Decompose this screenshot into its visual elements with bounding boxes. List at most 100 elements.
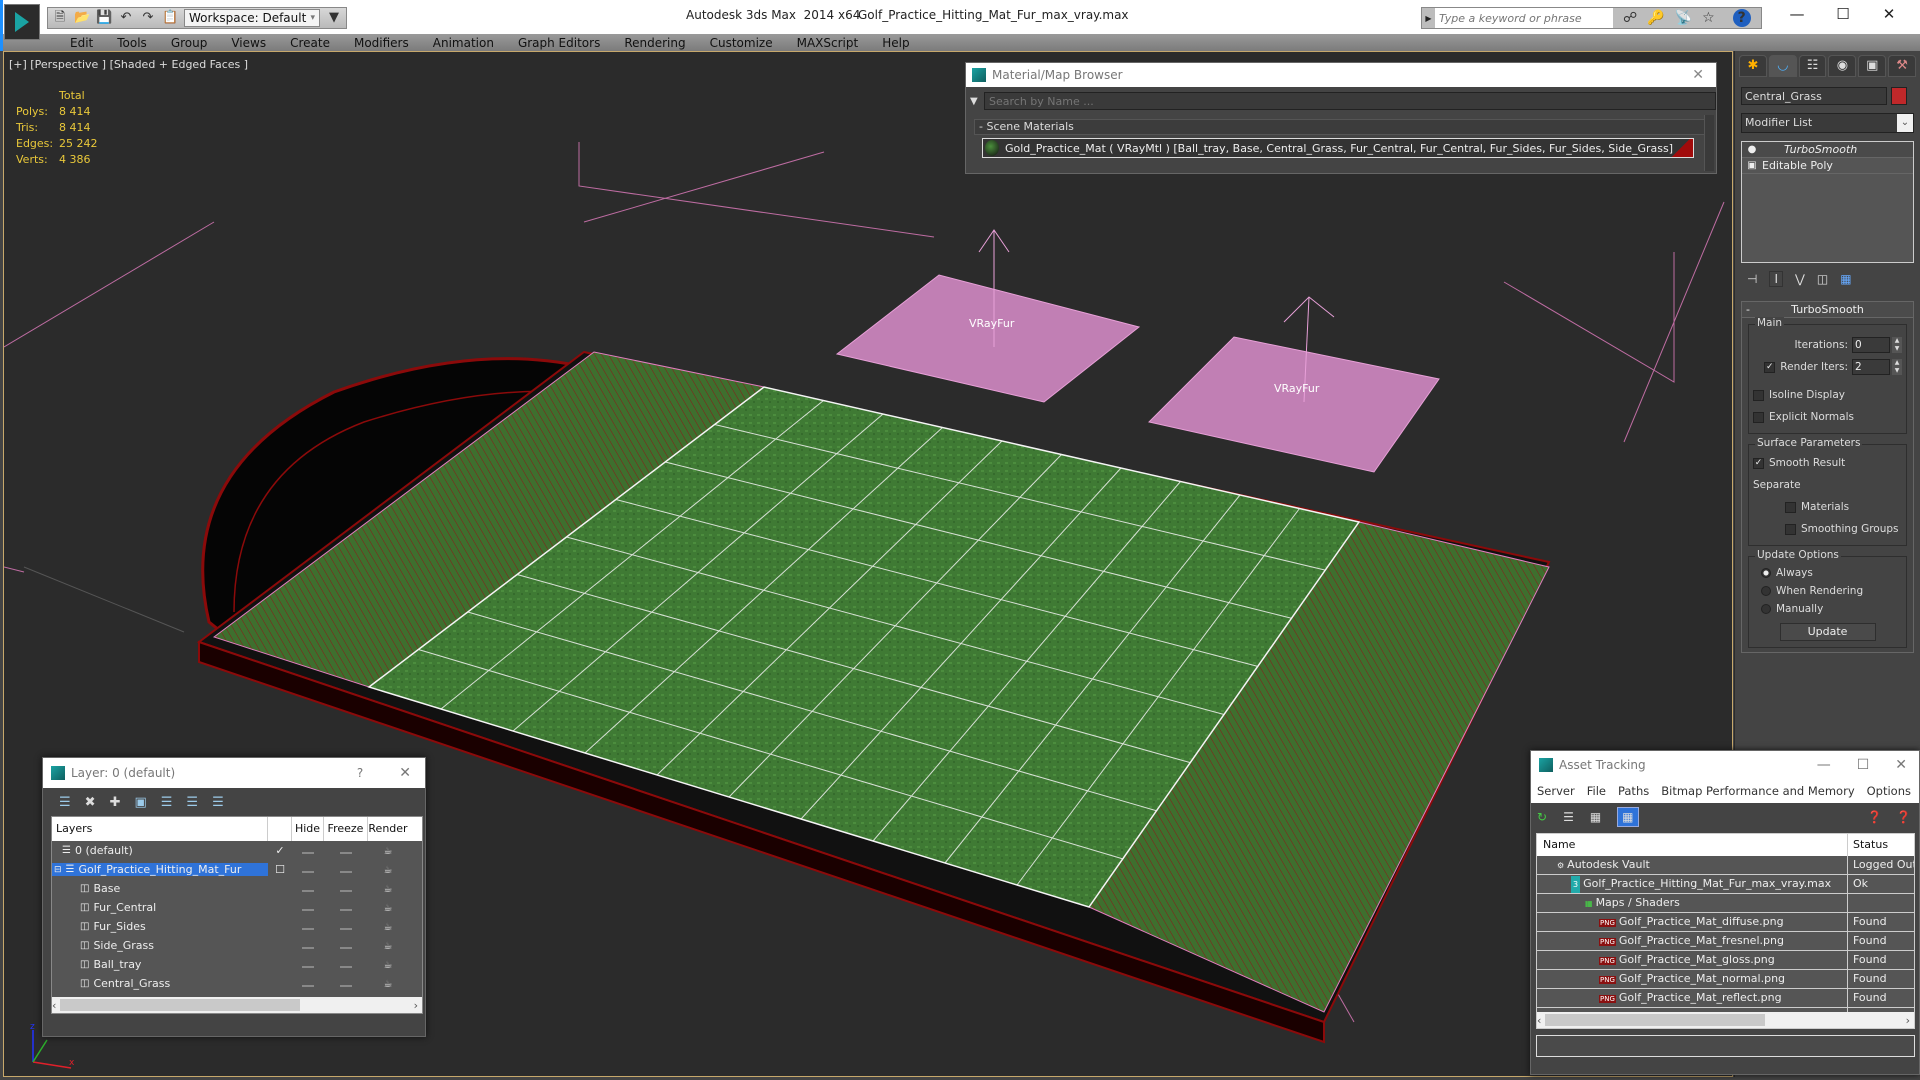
save-icon[interactable]: 💾 — [96, 10, 112, 26]
filter-options-icon[interactable]: ▼ — [970, 96, 984, 107]
always-radio[interactable] — [1761, 568, 1771, 578]
app-menu-button[interactable] — [4, 4, 40, 40]
scroll-thumb[interactable] — [60, 999, 301, 1011]
menu-edit[interactable]: Edit — [58, 34, 105, 51]
select-objects-icon[interactable]: ▣ — [134, 795, 146, 810]
spinner-arrows-icon[interactable]: ▲ ▼ — [1892, 359, 1902, 375]
hide-toggle[interactable] — [292, 863, 324, 876]
add-to-layer-icon[interactable]: ✚ — [110, 795, 121, 810]
close-icon[interactable]: ✕ — [1692, 67, 1704, 83]
new-file-icon[interactable]: 🗎 — [52, 10, 68, 26]
maximize-icon[interactable]: ☐ — [1820, 0, 1866, 30]
when-rendering-radio[interactable] — [1761, 586, 1771, 596]
render-teapot-icon[interactable]: ☕ — [368, 901, 408, 914]
menu-file[interactable]: File — [1587, 784, 1606, 798]
object-name-input[interactable] — [1741, 87, 1887, 105]
menu-rendering[interactable]: Rendering — [612, 34, 697, 51]
workspace-dropdown[interactable]: Workspace: Default ▾ — [184, 9, 320, 27]
material-browser-scrollbar[interactable] — [1704, 115, 1714, 171]
isoline-display-checkbox[interactable] — [1753, 389, 1764, 401]
project-folder-icon[interactable]: 📋 — [162, 10, 178, 26]
layer-row[interactable]: ⊟ ☰ Golf_Practice_Hitting_Mat_Fur ☐ ☕ — [52, 860, 422, 879]
hide-toggle[interactable] — [292, 920, 324, 933]
render-teapot-icon[interactable]: ☕ — [368, 977, 408, 990]
minimize-icon[interactable]: — — [1817, 757, 1831, 773]
hide-toggle[interactable] — [292, 958, 324, 971]
asset-row[interactable]: PNG Golf_Practice_Mat_fresnel.png Found — [1537, 932, 1914, 951]
close-icon[interactable]: ✕ — [1895, 757, 1907, 773]
expand-search-icon[interactable]: ▶ — [1422, 14, 1435, 23]
layer-row[interactable]: ◫ Ball_tray ☕ — [52, 955, 422, 974]
asset-row[interactable]: PNG Golf_Practice_Mat_gloss.png Found — [1537, 951, 1914, 970]
hide-toggle[interactable] — [292, 882, 324, 895]
stack-item-turbosmooth[interactable]: ● TurboSmooth — [1742, 142, 1913, 158]
col-layers[interactable]: Layers — [52, 817, 268, 841]
freeze-toggle[interactable] — [324, 977, 368, 990]
help-icon[interactable]: ❓ — [1896, 810, 1911, 824]
asset-row[interactable]: ▦ Maps / Shaders — [1537, 894, 1914, 913]
create-layer-icon[interactable]: ☰ — [59, 795, 71, 810]
viewport-label[interactable]: [+] [Perspective ] [Shaded + Edged Faces… — [9, 58, 248, 71]
satellite-icon[interactable]: 📡 — [1675, 10, 1692, 26]
collapse-icon[interactable]: ⊟ — [54, 865, 62, 875]
scene-materials-header[interactable]: - Scene Materials — [974, 119, 1708, 135]
menu-modifiers[interactable]: Modifiers — [342, 34, 421, 51]
freeze-toggle[interactable] — [324, 901, 368, 914]
hierarchy-tab-icon[interactable]: ☷ — [1798, 55, 1827, 77]
asset-row[interactable]: PNG Golf_Practice_Mat_normal.png Found — [1537, 970, 1914, 989]
render-teapot-icon[interactable]: ☕ — [368, 958, 408, 971]
hide-toggle[interactable] — [292, 844, 324, 857]
layer-row[interactable]: ◫ Central_Grass ☕ — [52, 974, 422, 993]
freeze-toggle[interactable] — [324, 844, 368, 857]
modifier-list-dropdown[interactable]: Modifier List ⌄ — [1741, 113, 1914, 133]
close-icon[interactable]: ✕ — [399, 765, 411, 781]
refresh-icon[interactable]: ↻ — [1537, 810, 1547, 824]
layer-horizontal-scrollbar[interactable]: ‹ › — [52, 997, 422, 1013]
freeze-layers-icon[interactable]: ☰ — [212, 795, 224, 810]
create-tab-icon[interactable]: ✱ — [1739, 55, 1767, 77]
open-file-icon[interactable]: 📂 — [74, 10, 90, 26]
menu-options[interactable]: Options — [1867, 784, 1911, 798]
col-hide[interactable]: Hide — [292, 817, 324, 841]
material-search-input[interactable] — [984, 92, 1716, 110]
col-render[interactable]: Render — [368, 817, 408, 841]
redo-icon[interactable]: ↷ — [140, 10, 156, 26]
render-teapot-icon[interactable]: ☕ — [368, 920, 408, 933]
iterations-input[interactable] — [1852, 337, 1890, 353]
delete-layer-icon[interactable]: ✖ — [85, 795, 96, 810]
freeze-toggle[interactable] — [324, 958, 368, 971]
layer-row[interactable]: ☰ 0 (default) ✓ ☕ — [52, 841, 422, 860]
asset-row[interactable]: PNG Golf_Practice_Mat_diffuse.png Found — [1537, 913, 1914, 932]
menu-help[interactable]: Help — [870, 34, 921, 51]
customize-toolbar-icon[interactable]: ▼ — [326, 10, 342, 26]
object-color-swatch[interactable] — [1891, 87, 1907, 105]
layer-row[interactable]: ◫ Fur_Central ☕ — [52, 898, 422, 917]
freeze-toggle[interactable] — [324, 863, 368, 876]
rollout-header[interactable]: - TurboSmooth — [1742, 302, 1913, 318]
col-name[interactable]: Name — [1537, 834, 1848, 856]
update-button[interactable]: Update — [1779, 623, 1876, 641]
motion-tab-icon[interactable]: ◉ — [1828, 55, 1857, 77]
menu-views[interactable]: Views — [219, 34, 278, 51]
remove-modifier-icon[interactable]: ◫ — [1817, 272, 1828, 286]
menu-paths[interactable]: Paths — [1618, 784, 1649, 798]
col-freeze[interactable]: Freeze — [324, 817, 368, 841]
material-item[interactable]: Gold_Practice_Mat ( VRayMtl ) [Ball_tray… — [982, 138, 1694, 158]
asset-row[interactable]: ⚙ Autodesk Vault Logged Out — [1537, 856, 1914, 875]
asset-path-field[interactable] — [1536, 1035, 1915, 1057]
binoculars-icon[interactable]: ☍ — [1623, 10, 1637, 26]
tree-view-icon[interactable]: ▦ — [1590, 810, 1601, 824]
render-teapot-icon[interactable]: ☕ — [368, 863, 408, 876]
spinner-arrows-icon[interactable]: ▲ ▼ — [1892, 337, 1902, 353]
online-help-icon[interactable]: ❓ — [1867, 810, 1882, 824]
menu-group[interactable]: Group — [159, 34, 220, 51]
modify-tab-icon[interactable]: ◡ — [1768, 55, 1797, 77]
menu-server[interactable]: Server — [1537, 784, 1575, 798]
menu-graph-editors[interactable]: Graph Editors — [506, 34, 612, 51]
scroll-left-icon[interactable]: ‹ — [52, 999, 56, 1012]
help-icon[interactable]: ? — [357, 766, 363, 780]
display-tab-icon[interactable]: ▣ — [1858, 55, 1887, 77]
scroll-thumb[interactable] — [1545, 1014, 1766, 1026]
scroll-right-icon[interactable]: › — [414, 999, 418, 1012]
show-end-result-icon[interactable]: I — [1769, 271, 1783, 287]
